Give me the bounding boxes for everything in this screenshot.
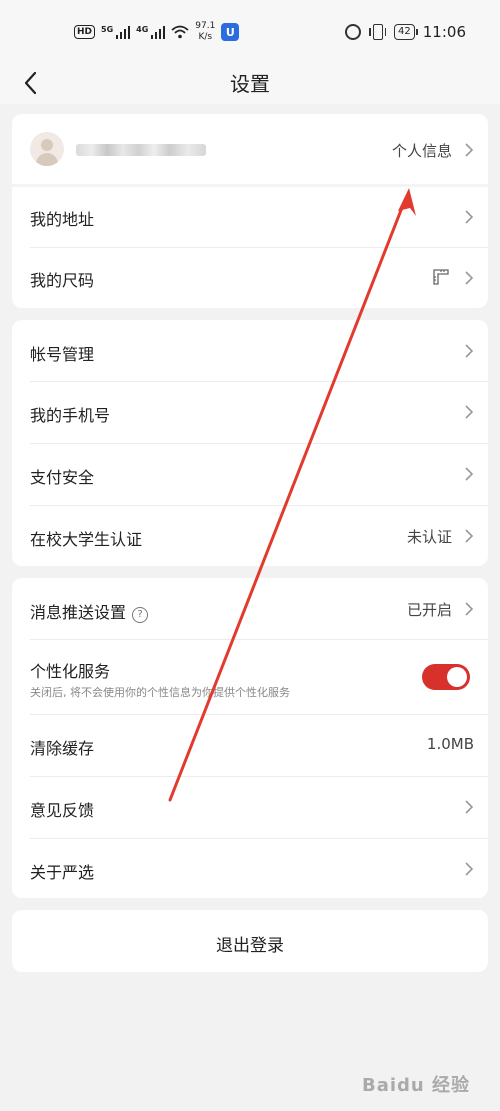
wifi-icon <box>171 25 189 39</box>
address-row[interactable]: 我的地址 <box>12 187 488 247</box>
about-label: 关于严选 <box>30 863 95 882</box>
chevron-right-icon <box>465 602 474 616</box>
logout-label: 退出登录 <box>216 936 284 956</box>
signal-sim1-icon: 5G <box>101 25 131 39</box>
alarm-icon <box>345 24 362 40</box>
about-row[interactable]: 关于严选 <box>12 839 488 898</box>
general-card: 消息推送设置? 已开启 个性化服务 关闭后, 将不会使用你的个性信息为你提供个性… <box>12 578 488 898</box>
chevron-right-icon <box>465 467 474 481</box>
sim1-tag: 5G <box>101 25 114 34</box>
personalized-service-row: 个性化服务 关闭后, 将不会使用你的个性信息为你提供个性化服务 <box>12 640 488 714</box>
hd-icon: HD <box>74 25 96 39</box>
personalized-service-toggle[interactable] <box>422 664 470 690</box>
speed-unit: K/s <box>198 32 213 42</box>
status-right: 42 11:06 <box>345 18 466 46</box>
feedback-row[interactable]: 意见反馈 <box>12 777 488 838</box>
watermark: Baidu 经验 <box>361 1075 470 1096</box>
payment-security-row[interactable]: 支付安全 <box>12 444 488 505</box>
size-label: 我的尺码 <box>30 271 95 290</box>
status-left: HD 5G 4G 97.1 K/s U <box>74 20 240 44</box>
cache-size: 1.0MB <box>426 735 474 753</box>
ruler-icon <box>433 269 449 285</box>
profile-card: 个人信息 我的地址 我的尺码 <box>12 114 488 308</box>
chevron-right-icon <box>465 529 474 543</box>
clear-cache-label: 清除缓存 <box>30 739 95 758</box>
status-bar: HD 5G 4G 97.1 K/s U 42 11:06 <box>0 0 500 62</box>
vibrate-icon <box>369 24 387 40</box>
avatar <box>30 132 64 166</box>
chevron-right-icon <box>465 405 474 419</box>
page-title: 设置 <box>230 72 270 96</box>
clock: 11:06 <box>422 23 466 41</box>
speed-value: 97.1 <box>195 21 216 31</box>
student-verify-label: 在校大学生认证 <box>30 530 143 549</box>
phone-row[interactable]: 我的手机号 <box>12 382 488 443</box>
personalized-service-label: 个性化服务 <box>30 662 111 681</box>
network-speed: 97.1 K/s <box>195 21 215 43</box>
account-card: 帐号管理 我的手机号 支付安全 在校大学生认证 未认证 <box>12 320 488 566</box>
push-status: 已开启 <box>406 601 452 619</box>
help-icon[interactable]: ? <box>132 607 149 623</box>
chevron-right-icon <box>465 862 474 876</box>
personalized-service-desc: 关闭后, 将不会使用你的个性信息为你提供个性化服务 <box>30 686 290 699</box>
chevron-right-icon <box>465 143 474 157</box>
chevron-right-icon <box>465 271 474 285</box>
blurred-username <box>76 144 206 156</box>
sim2-tag: 4G <box>136 25 149 34</box>
clear-cache-row[interactable]: 清除缓存 1.0MB <box>12 715 488 776</box>
student-verify-row[interactable]: 在校大学生认证 未认证 <box>12 506 488 566</box>
address-label: 我的地址 <box>30 210 95 229</box>
size-row[interactable]: 我的尺码 <box>12 248 488 308</box>
student-verify-status: 未认证 <box>406 528 452 546</box>
push-settings-label: 消息推送设置? <box>30 599 149 623</box>
nav-bar: 设置 <box>0 62 500 104</box>
toggle-knob <box>447 667 467 687</box>
battery-icon: 42 <box>394 24 418 40</box>
chevron-right-icon <box>465 210 474 224</box>
personal-info-label: 个人信息 <box>391 142 452 160</box>
push-settings-text: 消息推送设置 <box>30 603 127 622</box>
account-manage-label: 帐号管理 <box>30 345 95 364</box>
personal-info-row[interactable]: 个人信息 <box>12 114 488 184</box>
account-manage-row[interactable]: 帐号管理 <box>12 320 488 382</box>
phone-label: 我的手机号 <box>30 406 111 425</box>
signal-sim2-icon: 4G <box>136 25 166 39</box>
payment-security-label: 支付安全 <box>30 468 95 487</box>
app-notification-icon: U <box>221 23 240 41</box>
logout-button[interactable]: 退出登录 <box>12 910 488 972</box>
push-settings-row[interactable]: 消息推送设置? 已开启 <box>12 578 488 640</box>
feedback-label: 意见反馈 <box>30 801 95 820</box>
chevron-right-icon <box>465 800 474 814</box>
chevron-right-icon <box>465 344 474 358</box>
